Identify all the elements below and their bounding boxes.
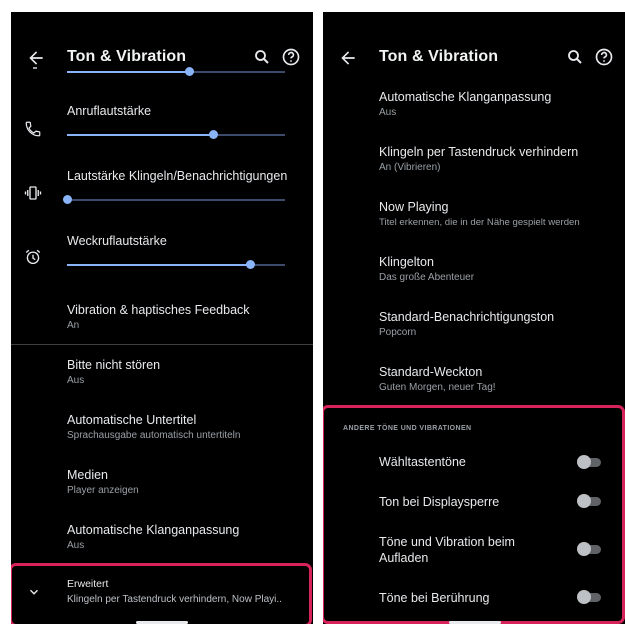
- switch-knob: [577, 494, 591, 508]
- page-title: Ton & Vibration: [67, 48, 187, 65]
- slider-thumb[interactable]: [246, 260, 256, 269]
- advanced-title: Erweitert: [67, 578, 109, 590]
- right-screen: Ton & Vibration Automatische Klanganpass…: [323, 12, 625, 624]
- media-volume-slider[interactable]: [67, 67, 285, 76]
- phone-icon: [25, 121, 41, 137]
- screen-lock-sound-switch[interactable]: [577, 494, 603, 508]
- media-volume-icon: [33, 67, 37, 69]
- setting-subtitle: An (Vibrieren): [379, 162, 441, 173]
- alarm-volume-slider[interactable]: [67, 260, 285, 269]
- switch-knob: [577, 455, 591, 469]
- chevron-down-icon: [30, 589, 38, 595]
- media-title: Medien: [67, 468, 108, 482]
- charging-sounds-switch[interactable]: [577, 542, 603, 556]
- setting-title: Klingelton: [379, 255, 434, 269]
- back-arrow-icon[interactable]: [26, 48, 46, 68]
- touch-sounds-switch[interactable]: [577, 590, 603, 604]
- divider: [11, 344, 313, 345]
- vibration-status: An: [67, 320, 80, 331]
- media-subtitle: Player anzeigen: [67, 485, 139, 496]
- vibration-title: Vibration & haptisches Feedback: [67, 303, 250, 317]
- app-bar: Ton & Vibration: [11, 38, 313, 82]
- toggle-label: Ton bei Displaysperre: [379, 495, 500, 509]
- back-arrow-icon[interactable]: [338, 48, 358, 68]
- captions-title: Automatische Untertitel: [67, 413, 197, 427]
- setting-title: Standard-Weckton: [379, 365, 483, 379]
- ring-volume-slider[interactable]: [63, 195, 285, 204]
- dnd-title: Bitte nicht stören: [67, 358, 161, 372]
- help-icon[interactable]: [281, 47, 301, 67]
- captions-subtitle: Sprachausgabe automatisch untertiteln: [67, 430, 241, 441]
- left-screen: Ton & Vibration Anruflautstärke Lautstär…: [11, 12, 313, 624]
- alarm-volume-label: Weckruflautstärke: [67, 234, 167, 248]
- call-volume-label: Anruflautstärke: [67, 104, 152, 118]
- dnd-status: Aus: [67, 375, 85, 386]
- toggle-label-line2: Aufladen: [379, 551, 429, 565]
- setting-title: Automatische Klanganpassung: [379, 90, 552, 104]
- setting-title: Now Playing: [379, 200, 449, 214]
- slider-fill: [67, 71, 190, 73]
- setting-subtitle: Aus: [379, 107, 397, 118]
- toggle-label-line1: Töne und Vibration beim: [379, 535, 515, 549]
- adaptive-sound-title: Automatische Klanganpassung: [67, 523, 240, 537]
- search-icon[interactable]: [566, 48, 584, 66]
- search-icon[interactable]: [253, 48, 271, 66]
- toggle-label: Wähltastentöne: [379, 455, 466, 469]
- setting-subtitle: Das große Abenteuer: [379, 272, 475, 283]
- help-icon[interactable]: [594, 47, 614, 67]
- vibrate-icon: [24, 186, 42, 200]
- section-header: ANDERE TÖNE UND VIBRATIONEN: [343, 425, 472, 432]
- switch-knob: [577, 590, 591, 604]
- setting-subtitle: Guten Morgen, neuer Tag!: [379, 382, 496, 393]
- setting-title: Standard-Benachrichtigungston: [379, 310, 555, 324]
- slider-fill: [67, 134, 214, 136]
- call-volume-slider[interactable]: [67, 130, 285, 139]
- slider-thumb[interactable]: [185, 67, 195, 76]
- page-title: Ton & Vibration: [379, 48, 499, 65]
- setting-title: Klingeln per Tastendruck verhindern: [379, 145, 579, 159]
- alarm-icon: [25, 249, 41, 265]
- slider-thumb[interactable]: [63, 195, 72, 204]
- slider-fill: [67, 264, 251, 266]
- slider-thumb[interactable]: [209, 130, 219, 139]
- adaptive-sound-status: Aus: [67, 540, 85, 551]
- app-bar: Ton & Vibration: [323, 38, 625, 82]
- advanced-subtitle: Klingeln per Tastendruck verhindern, Now…: [67, 594, 282, 605]
- switch-knob: [577, 542, 591, 556]
- setting-subtitle: Popcorn: [379, 327, 417, 338]
- ring-volume-label: Lautstärke Klingeln/Benachrichtigungen: [67, 169, 288, 183]
- setting-subtitle: Titel erkennen, die in der Nähe gespielt…: [379, 217, 580, 228]
- dial-tones-switch[interactable]: [577, 455, 603, 469]
- toggle-label: Töne bei Berührung: [379, 591, 490, 605]
